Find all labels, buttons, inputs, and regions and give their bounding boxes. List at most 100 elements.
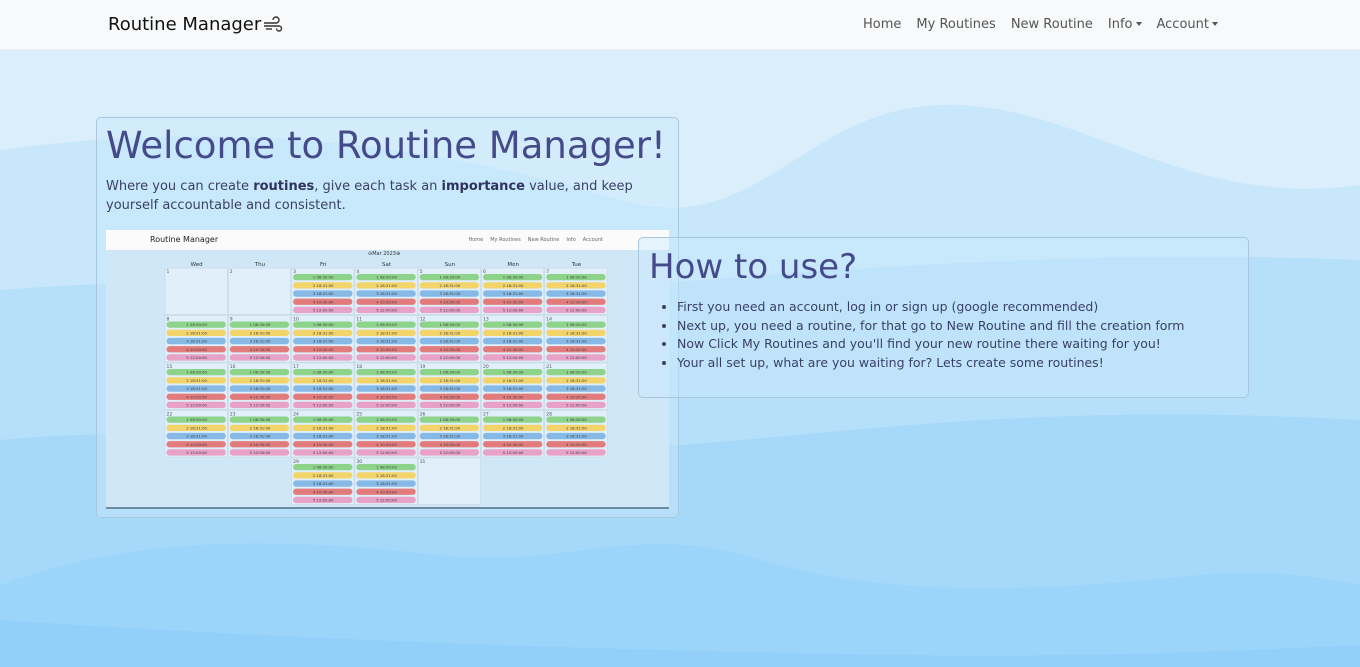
preview-task-label: 4 10:30:00 xyxy=(313,442,334,447)
how-to-title: How to use? xyxy=(649,247,858,287)
preview-task-label: 1 08:30:00 xyxy=(186,370,207,375)
preview-task-label: 2 18:31:00 xyxy=(566,378,587,383)
welcome-intro: Where you can create routines, give each… xyxy=(106,179,633,213)
preview-task-label: 5 12:00:00 xyxy=(313,403,334,408)
nav-new-routine-link[interactable]: New Routine xyxy=(1011,17,1093,32)
preview-task-label: 4 10:30:00 xyxy=(376,394,397,399)
preview-task-label: 2 18:31:00 xyxy=(503,378,524,383)
preview-task-label: 2 18:31:00 xyxy=(566,425,587,430)
preview-task-label: 4 10:30:00 xyxy=(376,347,397,352)
preview-task-label: 5 12:00:00 xyxy=(566,403,587,408)
preview-task-label: 1 08:30:00 xyxy=(566,275,587,280)
preview-task-label: 3 18:31:00 xyxy=(313,434,334,439)
preview-task-label: 5 12:00:00 xyxy=(566,450,587,455)
preview-task-label: 5 12:00:00 xyxy=(313,308,334,313)
welcome-title: Welcome to Routine Manager! xyxy=(106,124,666,167)
preview-task-label: 5 12:00:00 xyxy=(440,450,461,455)
preview-task-label: 2 18:31:00 xyxy=(440,378,461,383)
preview-task-label: 5 12:00:00 xyxy=(440,355,461,360)
preview-task-label: 1 08:30:00 xyxy=(376,322,397,327)
preview-task-label: 5 12:00:00 xyxy=(503,308,524,313)
caret-down-icon xyxy=(1135,22,1142,26)
preview-task-label: 2 18:31:00 xyxy=(376,330,397,335)
preview-task-label: 1 08:30:00 xyxy=(566,417,587,422)
preview-task-label: 2 18:31:00 xyxy=(503,330,524,335)
preview-task-label: 4 10:30:00 xyxy=(503,299,524,304)
preview-task-label: 2 18:31:00 xyxy=(440,330,461,335)
preview-task-label: 5 12:00:00 xyxy=(186,450,207,455)
preview-task-label: 5 12:00:00 xyxy=(313,450,334,455)
preview-task-label: 4 10:30:00 xyxy=(313,394,334,399)
preview-task-label: 3 18:31:00 xyxy=(376,291,397,296)
preview-task-label: 4 10:30:00 xyxy=(313,347,334,352)
preview-task-label: 3 18:31:00 xyxy=(440,386,461,391)
preview-task-label: 2 18:31:00 xyxy=(313,378,334,383)
preview-task-label: 1 08:30:00 xyxy=(186,417,207,422)
preview-task-label: 1 08:30:00 xyxy=(566,322,587,327)
preview-task-label: 5 12:00:00 xyxy=(503,450,524,455)
preview-day-number: 31 xyxy=(420,459,426,465)
preview-calendar-grid: Wed Thu Fri Sat Sun Mon Tue1 2 31 08:30:002 18:3… xyxy=(164,262,608,505)
preview-task-label: 2 18:31:00 xyxy=(503,283,524,288)
preview-day-cell xyxy=(228,267,291,315)
preview-task-label: 5 12:00:00 xyxy=(503,403,524,408)
preview-task-label: 2 18:31:00 xyxy=(440,283,461,288)
preview-task-label: 1 08:30:00 xyxy=(250,370,271,375)
preview-weekday-label: Tue xyxy=(571,262,582,268)
preview-task-label: 4 10:30:00 xyxy=(440,442,461,447)
caret-down-icon xyxy=(1212,22,1218,26)
preview-task-label: 2 18:31:00 xyxy=(376,473,397,478)
nav-home-link[interactable]: Home xyxy=(863,17,901,32)
preview-weekday-label: Fri xyxy=(320,262,327,268)
navbar-brand[interactable]: Routine Manager xyxy=(108,14,283,35)
preview-task-label: 1 08:30:00 xyxy=(376,465,397,470)
preview-task-label: 1 08:30:00 xyxy=(313,370,334,375)
preview-task-label: 3 18:31:00 xyxy=(376,339,397,344)
preview-task-label: 5 12:00:00 xyxy=(250,450,271,455)
preview-task-label: 2 18:31:00 xyxy=(313,425,334,430)
preview-task-label: 3 18:31:00 xyxy=(186,434,207,439)
preview-task-label: 3 18:31:00 xyxy=(313,339,334,344)
preview-task-label: 4 10:30:00 xyxy=(250,442,271,447)
calendar-preview-image: Routine Manager Home My Routines New Routi… xyxy=(106,230,669,509)
preview-task-label: 1 08:30:00 xyxy=(313,417,334,422)
preview-task-label: 5 12:00:00 xyxy=(566,308,587,313)
preview-task-label: 2 18:31:00 xyxy=(503,425,524,430)
preview-task-label: 3 18:31:00 xyxy=(503,291,524,296)
preview-task-label: 2 18:31:00 xyxy=(313,473,334,478)
preview-task-label: 4 10:30:00 xyxy=(440,394,461,399)
preview-task-label: 4 10:30:00 xyxy=(503,347,524,352)
preview-task-label: 4 10:30:00 xyxy=(503,394,524,399)
preview-task-label: 5 12:00:00 xyxy=(376,355,397,360)
preview-task-label: 3 18:31:00 xyxy=(440,291,461,296)
preview-task-label: 2 18:31:00 xyxy=(250,378,271,383)
preview-day-cell xyxy=(417,457,481,505)
preview-task-label: 3 18:31:00 xyxy=(186,386,207,391)
preview-task-label: 4 10:30:00 xyxy=(566,394,587,399)
importance-emphasis: importance xyxy=(441,179,525,194)
preview-task-label: 1 08:30:00 xyxy=(440,275,461,280)
preview-weekday-label: Mon xyxy=(507,262,519,268)
preview-task-label: 3 18:31:00 xyxy=(503,339,524,344)
preview-task-label: 3 18:31:00 xyxy=(313,481,334,486)
preview-task-label: 1 08:30:00 xyxy=(313,275,334,280)
preview-task-label: 3 18:31:00 xyxy=(566,386,587,391)
nav-my-routines-link[interactable]: My Routines xyxy=(916,17,995,32)
preview-task-label: 2 18:31:00 xyxy=(376,283,397,288)
preview-task-label: 4 10:30:00 xyxy=(186,442,207,447)
nav-info-dropdown[interactable]: Info xyxy=(1108,17,1142,32)
how-to-step: Now Click My Routines and you'll find yo… xyxy=(677,335,1247,354)
preview-task-label: 3 18:31:00 xyxy=(313,386,334,391)
preview-task-label: 1 08:30:00 xyxy=(250,322,271,327)
preview-task-label: 3 18:31:00 xyxy=(250,434,271,439)
preview-task-label: 2 18:31:00 xyxy=(250,330,271,335)
preview-task-label: 3 18:31:00 xyxy=(440,339,461,344)
nav-account-dropdown[interactable]: Account xyxy=(1157,17,1218,32)
brand-label: Routine Manager xyxy=(108,14,262,35)
preview-task-label: 3 18:31:00 xyxy=(376,386,397,391)
preview-task-label: 3 18:31:00 xyxy=(566,339,587,344)
preview-task-label: 3 18:31:00 xyxy=(313,291,334,296)
preview-task-label: 5 12:00:00 xyxy=(313,355,334,360)
preview-task-label: 2 18:31:00 xyxy=(186,378,207,383)
preview-task-label: 3 18:31:00 xyxy=(250,339,271,344)
